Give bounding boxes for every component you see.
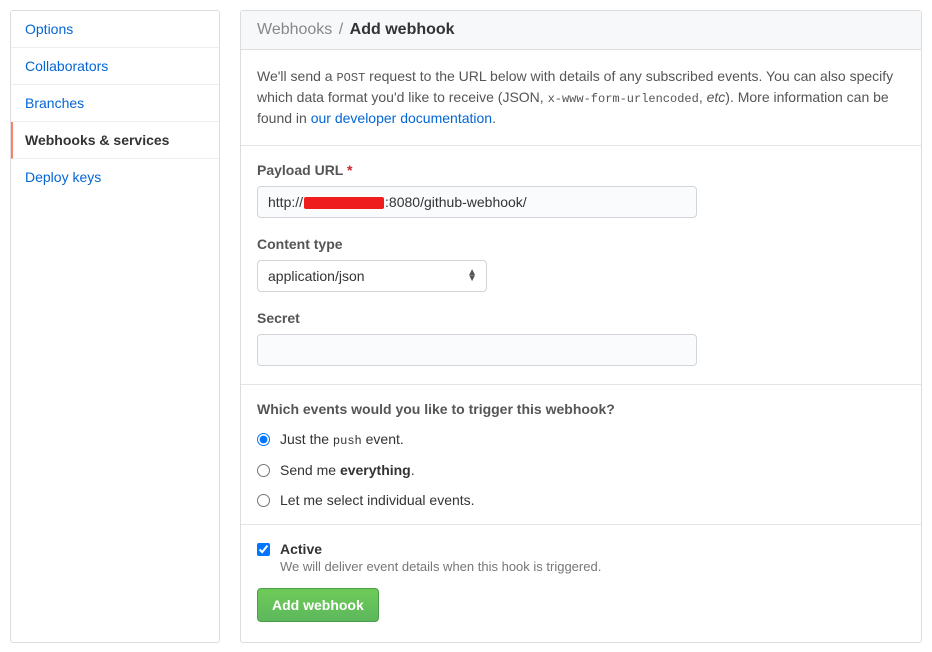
divider xyxy=(241,384,921,385)
breadcrumb-parent: Webhooks xyxy=(257,21,332,38)
active-checkbox[interactable] xyxy=(257,543,270,556)
radio-everything-label: Send me everything. xyxy=(280,462,415,478)
radio-individual-events-label: Let me select individual events. xyxy=(280,492,475,508)
developer-documentation-link[interactable]: our developer documentation xyxy=(311,110,492,126)
payload-url-label: Payload URL * xyxy=(257,162,905,178)
divider xyxy=(241,145,921,146)
events-heading: Which events would you like to trigger t… xyxy=(257,401,905,417)
radio-just-push-label: Just the push event. xyxy=(280,431,404,448)
active-description: We will deliver event details when this … xyxy=(280,559,601,574)
settings-sidebar: Options Collaborators Branches Webhooks … xyxy=(10,10,220,643)
active-label-block: Active We will deliver event details whe… xyxy=(280,541,601,574)
webhook-description: We'll send a POST request to the URL bel… xyxy=(257,66,905,129)
breadcrumb-separator: / xyxy=(337,21,345,38)
breadcrumb-current: Add webhook xyxy=(350,21,455,38)
redacted-host xyxy=(304,197,384,209)
radio-everything[interactable] xyxy=(257,464,270,477)
sidebar-item-deploy-keys[interactable]: Deploy keys xyxy=(11,159,219,195)
required-indicator: * xyxy=(347,162,352,178)
main-panel: Webhooks / Add webhook We'll send a POST… xyxy=(240,10,922,643)
secret-input[interactable] xyxy=(257,334,697,366)
add-webhook-button[interactable]: Add webhook xyxy=(257,588,379,622)
content-type-select[interactable]: application/json xyxy=(257,260,487,292)
breadcrumb: Webhooks / Add webhook xyxy=(241,11,921,50)
sidebar-item-collaborators[interactable]: Collaborators xyxy=(11,48,219,85)
payload-url-input[interactable]: http://:8080/github-webhook/ xyxy=(257,186,697,218)
content-type-label: Content type xyxy=(257,236,905,252)
sidebar-item-branches[interactable]: Branches xyxy=(11,85,219,122)
sidebar-item-options[interactable]: Options xyxy=(11,11,219,48)
active-title: Active xyxy=(280,541,601,557)
divider xyxy=(241,524,921,525)
radio-just-push[interactable] xyxy=(257,433,270,446)
radio-individual-events[interactable] xyxy=(257,494,270,507)
sidebar-item-webhooks-services[interactable]: Webhooks & services xyxy=(11,122,219,159)
secret-label: Secret xyxy=(257,310,905,326)
